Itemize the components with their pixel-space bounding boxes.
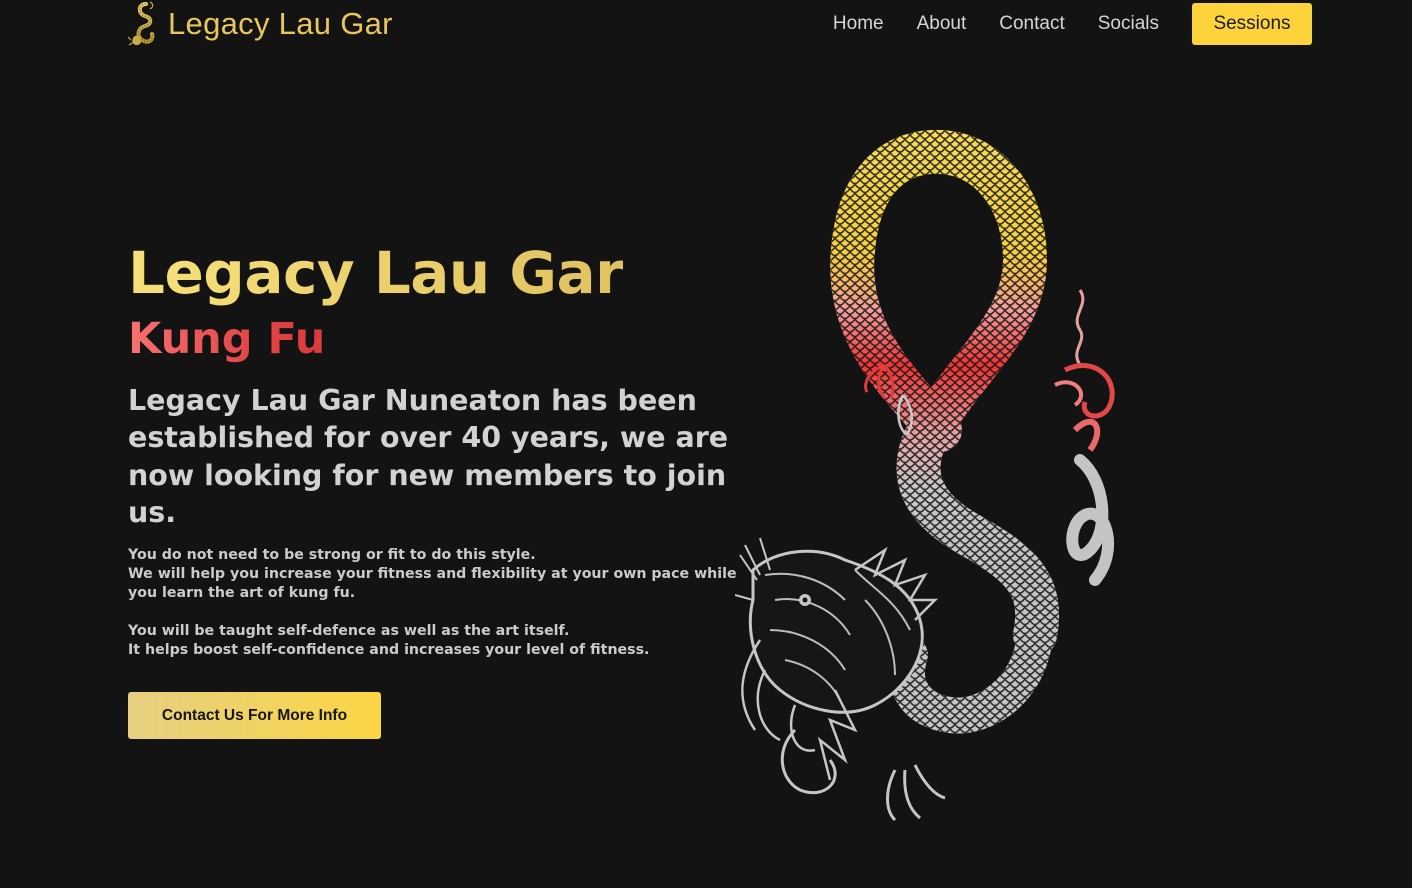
nav-link-about[interactable]: About [917, 3, 967, 45]
dragon-body [735, 130, 1115, 822]
hero-body: You do not need to be strong or fit to d… [128, 546, 740, 660]
hero-lead-text: Legacy Lau Gar Nuneaton has been establi… [128, 384, 729, 529]
dragon-illustration [735, 130, 1115, 822]
contact-us-button[interactable]: Contact Us For More Info [128, 692, 381, 739]
body-line: It helps boost self-confidence and incre… [128, 642, 650, 658]
nav-link-socials[interactable]: Socials [1098, 3, 1159, 45]
dragon-logo-icon [128, 1, 155, 46]
brand-name: Legacy Lau Gar [168, 6, 393, 41]
nav-links: Home About Contact Socials Sessions [833, 3, 1312, 45]
body-line: We will help you increase your fitness a… [128, 566, 737, 601]
hero-title: Legacy Lau Gar [128, 239, 624, 307]
brand-home-link[interactable]: Legacy Lau Gar [128, 0, 393, 50]
page: Legacy Lau Gar Home About Contact Social… [0, 0, 1412, 888]
hero-subtitle: Kung Fu [128, 314, 326, 364]
body-line: You will be taught self-defence as well … [128, 623, 570, 639]
body-line: You do not need to be strong or fit to d… [128, 547, 536, 563]
sessions-button[interactable]: Sessions [1192, 3, 1312, 45]
nav-link-home[interactable]: Home [833, 3, 884, 45]
nav-link-contact[interactable]: Contact [999, 3, 1064, 45]
top-navigation: Legacy Lau Gar Home About Contact Social… [0, 0, 1412, 50]
